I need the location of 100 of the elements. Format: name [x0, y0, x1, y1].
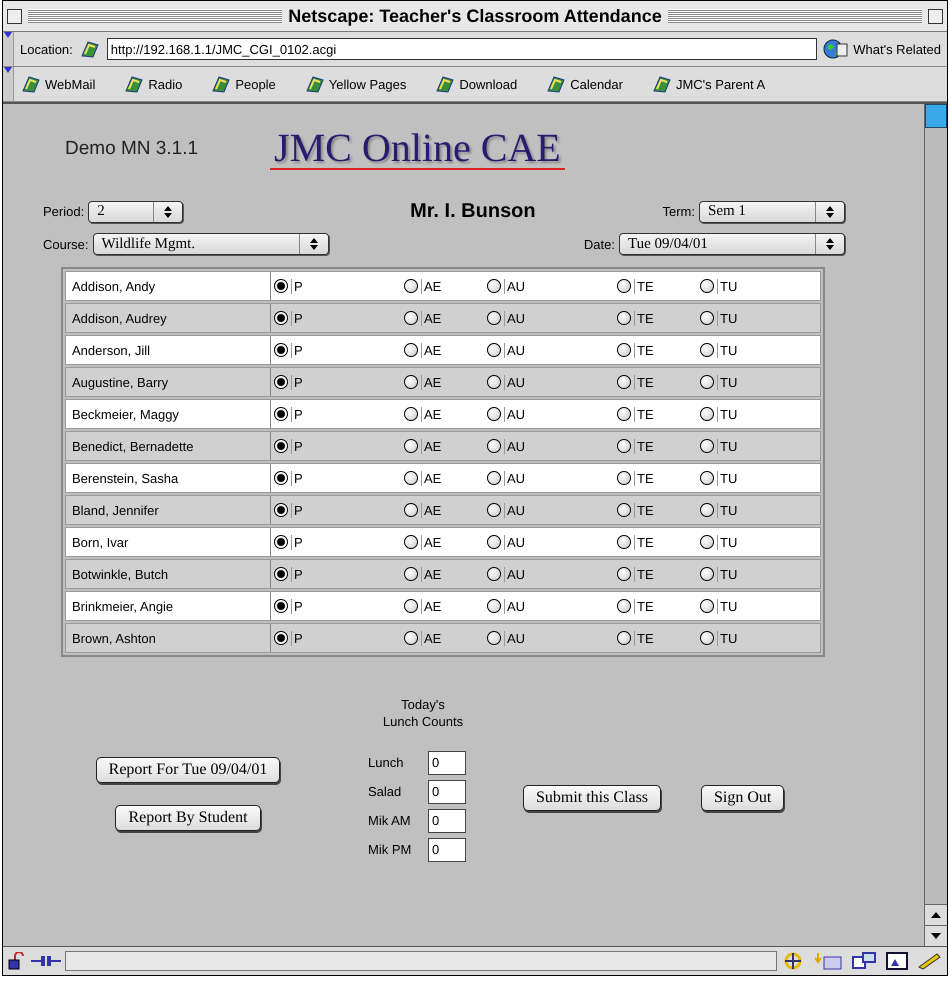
- radio-button[interactable]: [404, 279, 418, 293]
- option-label: AU: [504, 374, 526, 390]
- radio-button[interactable]: [274, 311, 288, 325]
- radio-button[interactable]: [487, 279, 501, 293]
- option-label: AE: [421, 566, 442, 582]
- radio-button[interactable]: [617, 535, 631, 549]
- radio-button[interactable]: [700, 567, 714, 581]
- radio-button[interactable]: [274, 471, 288, 485]
- radio-button[interactable]: [700, 311, 714, 325]
- radio-button[interactable]: [700, 599, 714, 613]
- radio-button[interactable]: [274, 279, 288, 293]
- action-button[interactable]: Sign Out: [701, 785, 784, 811]
- radio-button[interactable]: [404, 471, 418, 485]
- zoom-box[interactable]: [928, 8, 944, 24]
- radio-button[interactable]: [617, 631, 631, 645]
- radio-button[interactable]: [487, 535, 501, 549]
- radio-button[interactable]: [617, 407, 631, 421]
- radio-button[interactable]: [487, 343, 501, 357]
- radio-button[interactable]: [700, 631, 714, 645]
- scrollbar[interactable]: [924, 104, 947, 946]
- radio-button[interactable]: [700, 343, 714, 357]
- dropdown[interactable]: 2: [88, 200, 184, 222]
- radio-button[interactable]: [700, 279, 714, 293]
- bookmark-link[interactable]: JMC's Parent A: [650, 74, 766, 94]
- radio-button[interactable]: [404, 311, 418, 325]
- radio-button[interactable]: [487, 567, 501, 581]
- radio-button[interactable]: [700, 471, 714, 485]
- dropdown[interactable]: Sem 1: [698, 200, 845, 222]
- whats-related-button[interactable]: What's Related: [823, 38, 941, 60]
- radio-button[interactable]: [487, 311, 501, 325]
- radio-button[interactable]: [487, 407, 501, 421]
- bookmark-link[interactable]: Yellow Pages: [304, 74, 406, 94]
- scroll-down-icon[interactable]: [931, 933, 941, 939]
- radio-button[interactable]: [700, 439, 714, 453]
- radio-button[interactable]: [404, 439, 418, 453]
- radio-button[interactable]: [274, 567, 288, 581]
- bookmark-link[interactable]: WebMail: [20, 74, 96, 94]
- radio-button[interactable]: [487, 599, 501, 613]
- radio-button[interactable]: [487, 439, 501, 453]
- option-label: P: [291, 310, 303, 326]
- radio-button[interactable]: [617, 471, 631, 485]
- action-button[interactable]: Submit this Class: [523, 785, 662, 811]
- radio-button[interactable]: [274, 535, 288, 549]
- radio-button[interactable]: [700, 535, 714, 549]
- radio-button[interactable]: [617, 439, 631, 453]
- radio-button[interactable]: [617, 279, 631, 293]
- radio-button[interactable]: [274, 503, 288, 517]
- padlock-icon[interactable]: [7, 952, 27, 970]
- radio-button[interactable]: [617, 375, 631, 389]
- radio-button[interactable]: [404, 567, 418, 581]
- radio-button[interactable]: [617, 311, 631, 325]
- bookmark-link[interactable]: Download: [434, 74, 518, 94]
- input-field[interactable]: 0: [428, 750, 466, 775]
- title-bar-stripes[interactable]: [668, 9, 922, 23]
- radio-button[interactable]: [274, 599, 288, 613]
- plug-icon: [31, 954, 61, 968]
- radio-button[interactable]: [274, 439, 288, 453]
- radio-button[interactable]: [487, 375, 501, 389]
- input-field[interactable]: 0: [428, 838, 466, 862]
- radio-button[interactable]: [487, 471, 501, 485]
- radio-button[interactable]: [274, 407, 288, 421]
- pen-icon[interactable]: [917, 951, 943, 971]
- dropdown[interactable]: Tue 09/04/01: [619, 233, 845, 255]
- radio-button[interactable]: [700, 503, 714, 517]
- radio-button[interactable]: [404, 535, 418, 549]
- scroll-thumb[interactable]: [925, 104, 947, 128]
- radio-button[interactable]: [404, 631, 418, 645]
- input-field[interactable]: 0: [428, 780, 466, 804]
- report-button[interactable]: Report By Student: [115, 805, 261, 831]
- radio-button[interactable]: [700, 407, 714, 421]
- radio-button[interactable]: [617, 567, 631, 581]
- radio-button[interactable]: [274, 375, 288, 389]
- title-bar-stripes[interactable]: [28, 9, 282, 23]
- report-button[interactable]: Report For Tue 09/04/01: [96, 757, 280, 783]
- radio-button[interactable]: [617, 503, 631, 517]
- radio-button[interactable]: [274, 343, 288, 357]
- radio-button[interactable]: [404, 343, 418, 357]
- collapse-arrow-icon[interactable]: [4, 67, 12, 73]
- collapse-arrow-icon[interactable]: [4, 32, 12, 38]
- bookmark-link[interactable]: Calendar: [545, 74, 623, 94]
- radio-button[interactable]: [617, 599, 631, 613]
- bookmark-link[interactable]: Radio: [123, 74, 182, 94]
- radio-button[interactable]: [617, 343, 631, 357]
- radio-button[interactable]: [700, 375, 714, 389]
- close-box[interactable]: [7, 8, 22, 24]
- input-field[interactable]: 0: [428, 808, 466, 833]
- dropdown[interactable]: Wildlife Mgmt.: [92, 233, 329, 255]
- radio-button[interactable]: [404, 375, 418, 389]
- radio-button[interactable]: [404, 407, 418, 421]
- option-label: TE: [634, 406, 654, 422]
- student-name: Beckmeier, Maggy: [66, 400, 271, 428]
- radio-button[interactable]: [274, 631, 288, 645]
- scroll-up-icon[interactable]: [931, 912, 941, 918]
- bookmark-link[interactable]: People: [210, 74, 276, 94]
- student-name: Botwinkle, Butch: [66, 560, 271, 588]
- radio-button[interactable]: [487, 503, 501, 517]
- url-field[interactable]: http://192.168.1.1/JMC_CGI_0102.acgi: [106, 38, 818, 60]
- radio-button[interactable]: [487, 631, 501, 645]
- radio-button[interactable]: [404, 503, 418, 517]
- radio-button[interactable]: [404, 599, 418, 613]
